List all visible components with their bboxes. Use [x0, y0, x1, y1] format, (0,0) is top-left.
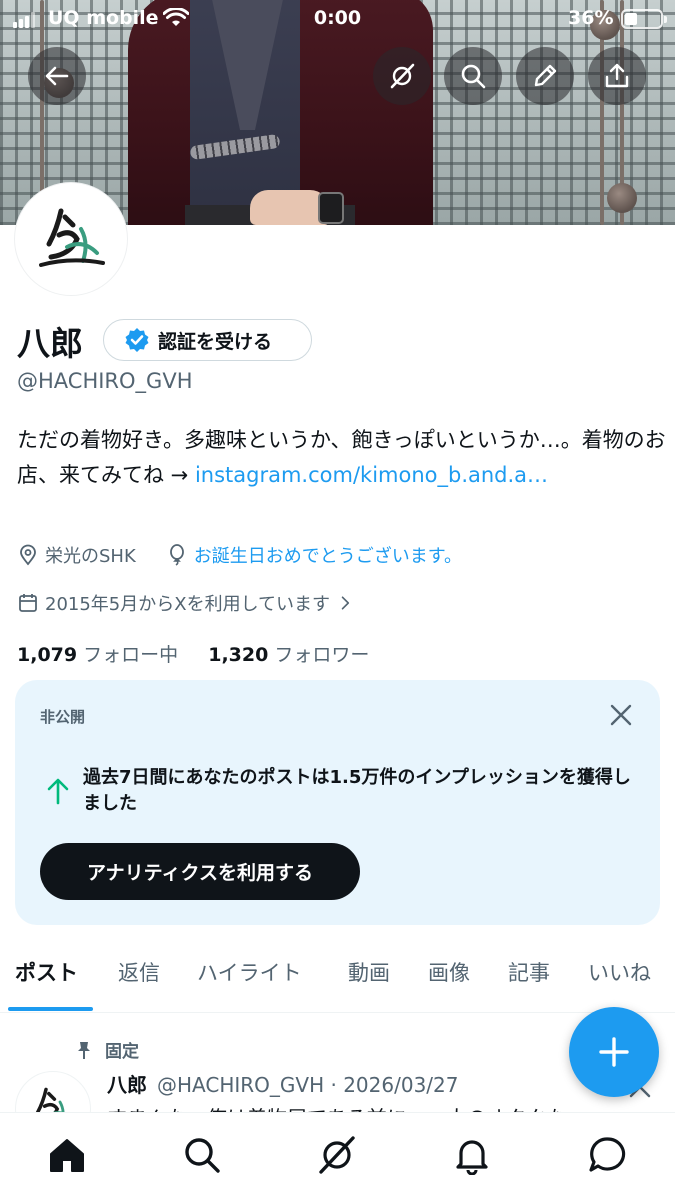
tab-posts[interactable]: ポスト [15, 957, 78, 987]
nav-messages[interactable] [587, 1135, 627, 1175]
profile-meta-row: 栄光のSHK お誕生日おめでとうございます。 [17, 542, 462, 568]
bio-link[interactable]: instagram.com/kimono_b.and.a… [195, 463, 548, 487]
up-arrow-icon [47, 778, 69, 805]
search-icon [185, 1138, 220, 1173]
search-icon [461, 64, 486, 89]
following-label: フォロー中 [83, 644, 179, 666]
impressions-message: 過去7日間にあなたのポストは1.5万件のインプレッションを獲得しました [83, 767, 631, 814]
battery-icon [621, 9, 667, 29]
profile-handle: @HACHIRO_GVH [17, 369, 193, 393]
birthday-message[interactable]: お誕生日おめでとうございます。 [194, 542, 462, 568]
tab-articles[interactable]: 記事 [508, 957, 550, 987]
use-analytics-button[interactable]: アナリティクスを利用する [40, 843, 360, 900]
followers-count: 1,320 [208, 644, 269, 666]
home-icon [50, 1139, 84, 1172]
follow-stats: 1,079 フォロー中 1,320 フォロワー [17, 640, 369, 667]
following-count: 1,079 [17, 644, 78, 666]
close-icon[interactable] [608, 702, 634, 728]
profile-page: UQ mobile 0:00 36% 八郎 認証を受ける @HACHIRO_GV… [0, 0, 675, 1200]
tab-likes[interactable]: いいね [588, 957, 651, 987]
notifications-icon [456, 1140, 488, 1176]
messages-icon [589, 1137, 626, 1172]
profile-location: 栄光のSHK [45, 546, 136, 567]
following-link[interactable]: 1,079 フォロー中 [17, 644, 178, 666]
nav-search[interactable] [182, 1135, 222, 1175]
back-arrow-icon [45, 66, 69, 86]
pin-icon [78, 1041, 90, 1059]
pinned-label: 固定 [105, 1042, 139, 1062]
tab-videos[interactable]: 動画 [348, 957, 390, 987]
tab-highlights[interactable]: ハイライト [197, 957, 302, 987]
balloon-icon [169, 544, 184, 566]
avatar-logo-icon [39, 208, 105, 267]
verified-badge-icon [125, 328, 149, 352]
pinned-indicator: 固定 [75, 1037, 139, 1062]
analytics-card: 非公開 過去7日間にあなたのポストは1.5万件のインプレッションを獲得しました … [15, 680, 660, 925]
grok-button[interactable] [373, 47, 431, 105]
joined-date: 2015年5月からXを利用しています [45, 594, 331, 615]
nav-notifications[interactable] [452, 1135, 492, 1176]
battery-percent: 36% [568, 7, 614, 29]
post-meta: @HACHIRO_GVH · 2026/03/27 [157, 1073, 459, 1097]
joined-row[interactable]: 2015年5月からXを利用しています [17, 590, 354, 616]
plus-icon [599, 1037, 629, 1067]
status-bar: UQ mobile 0:00 36% [0, 0, 675, 40]
get-verified-label: 認証を受ける [158, 330, 273, 353]
post-author-name[interactable]: 八郎 [107, 1073, 147, 1097]
post-header: 八郎 @HACHIRO_GVH · 2026/03/27 [107, 1069, 458, 1098]
share-icon [605, 63, 629, 88]
nav-home[interactable] [47, 1135, 87, 1175]
edit-pencil-icon [534, 64, 557, 87]
profile-name: 八郎 [17, 324, 83, 363]
bottom-navigation [0, 1112, 675, 1200]
profile-tabs: ポスト 返信 ハイライト 動画 画像 記事 いいね [0, 945, 675, 1013]
active-tab-indicator [8, 1007, 93, 1011]
grok-icon [319, 1136, 355, 1174]
followers-link[interactable]: 1,320 フォロワー [208, 644, 369, 666]
calendar-icon [19, 594, 37, 612]
tab-images[interactable]: 画像 [428, 957, 470, 987]
private-label: 非公開 [40, 708, 86, 726]
share-button[interactable] [588, 47, 646, 105]
location-pin-icon [20, 544, 36, 566]
followers-label: フォロワー [274, 644, 370, 666]
back-button[interactable] [28, 47, 86, 105]
tab-replies[interactable]: 返信 [118, 957, 160, 987]
nav-grok[interactable] [317, 1135, 357, 1175]
profile-bio: ただの着物好き。多趣味というか、飽きっぽいというか…。着物のお店、来てみてね →… [17, 423, 667, 493]
chevron-right-icon [341, 596, 350, 610]
grok-icon [390, 63, 415, 89]
get-verified-button[interactable]: 認証を受ける [103, 319, 312, 361]
search-button[interactable] [444, 47, 502, 105]
compose-post-button[interactable] [569, 1007, 659, 1097]
edit-button[interactable] [516, 47, 574, 105]
profile-avatar[interactable] [15, 183, 127, 295]
